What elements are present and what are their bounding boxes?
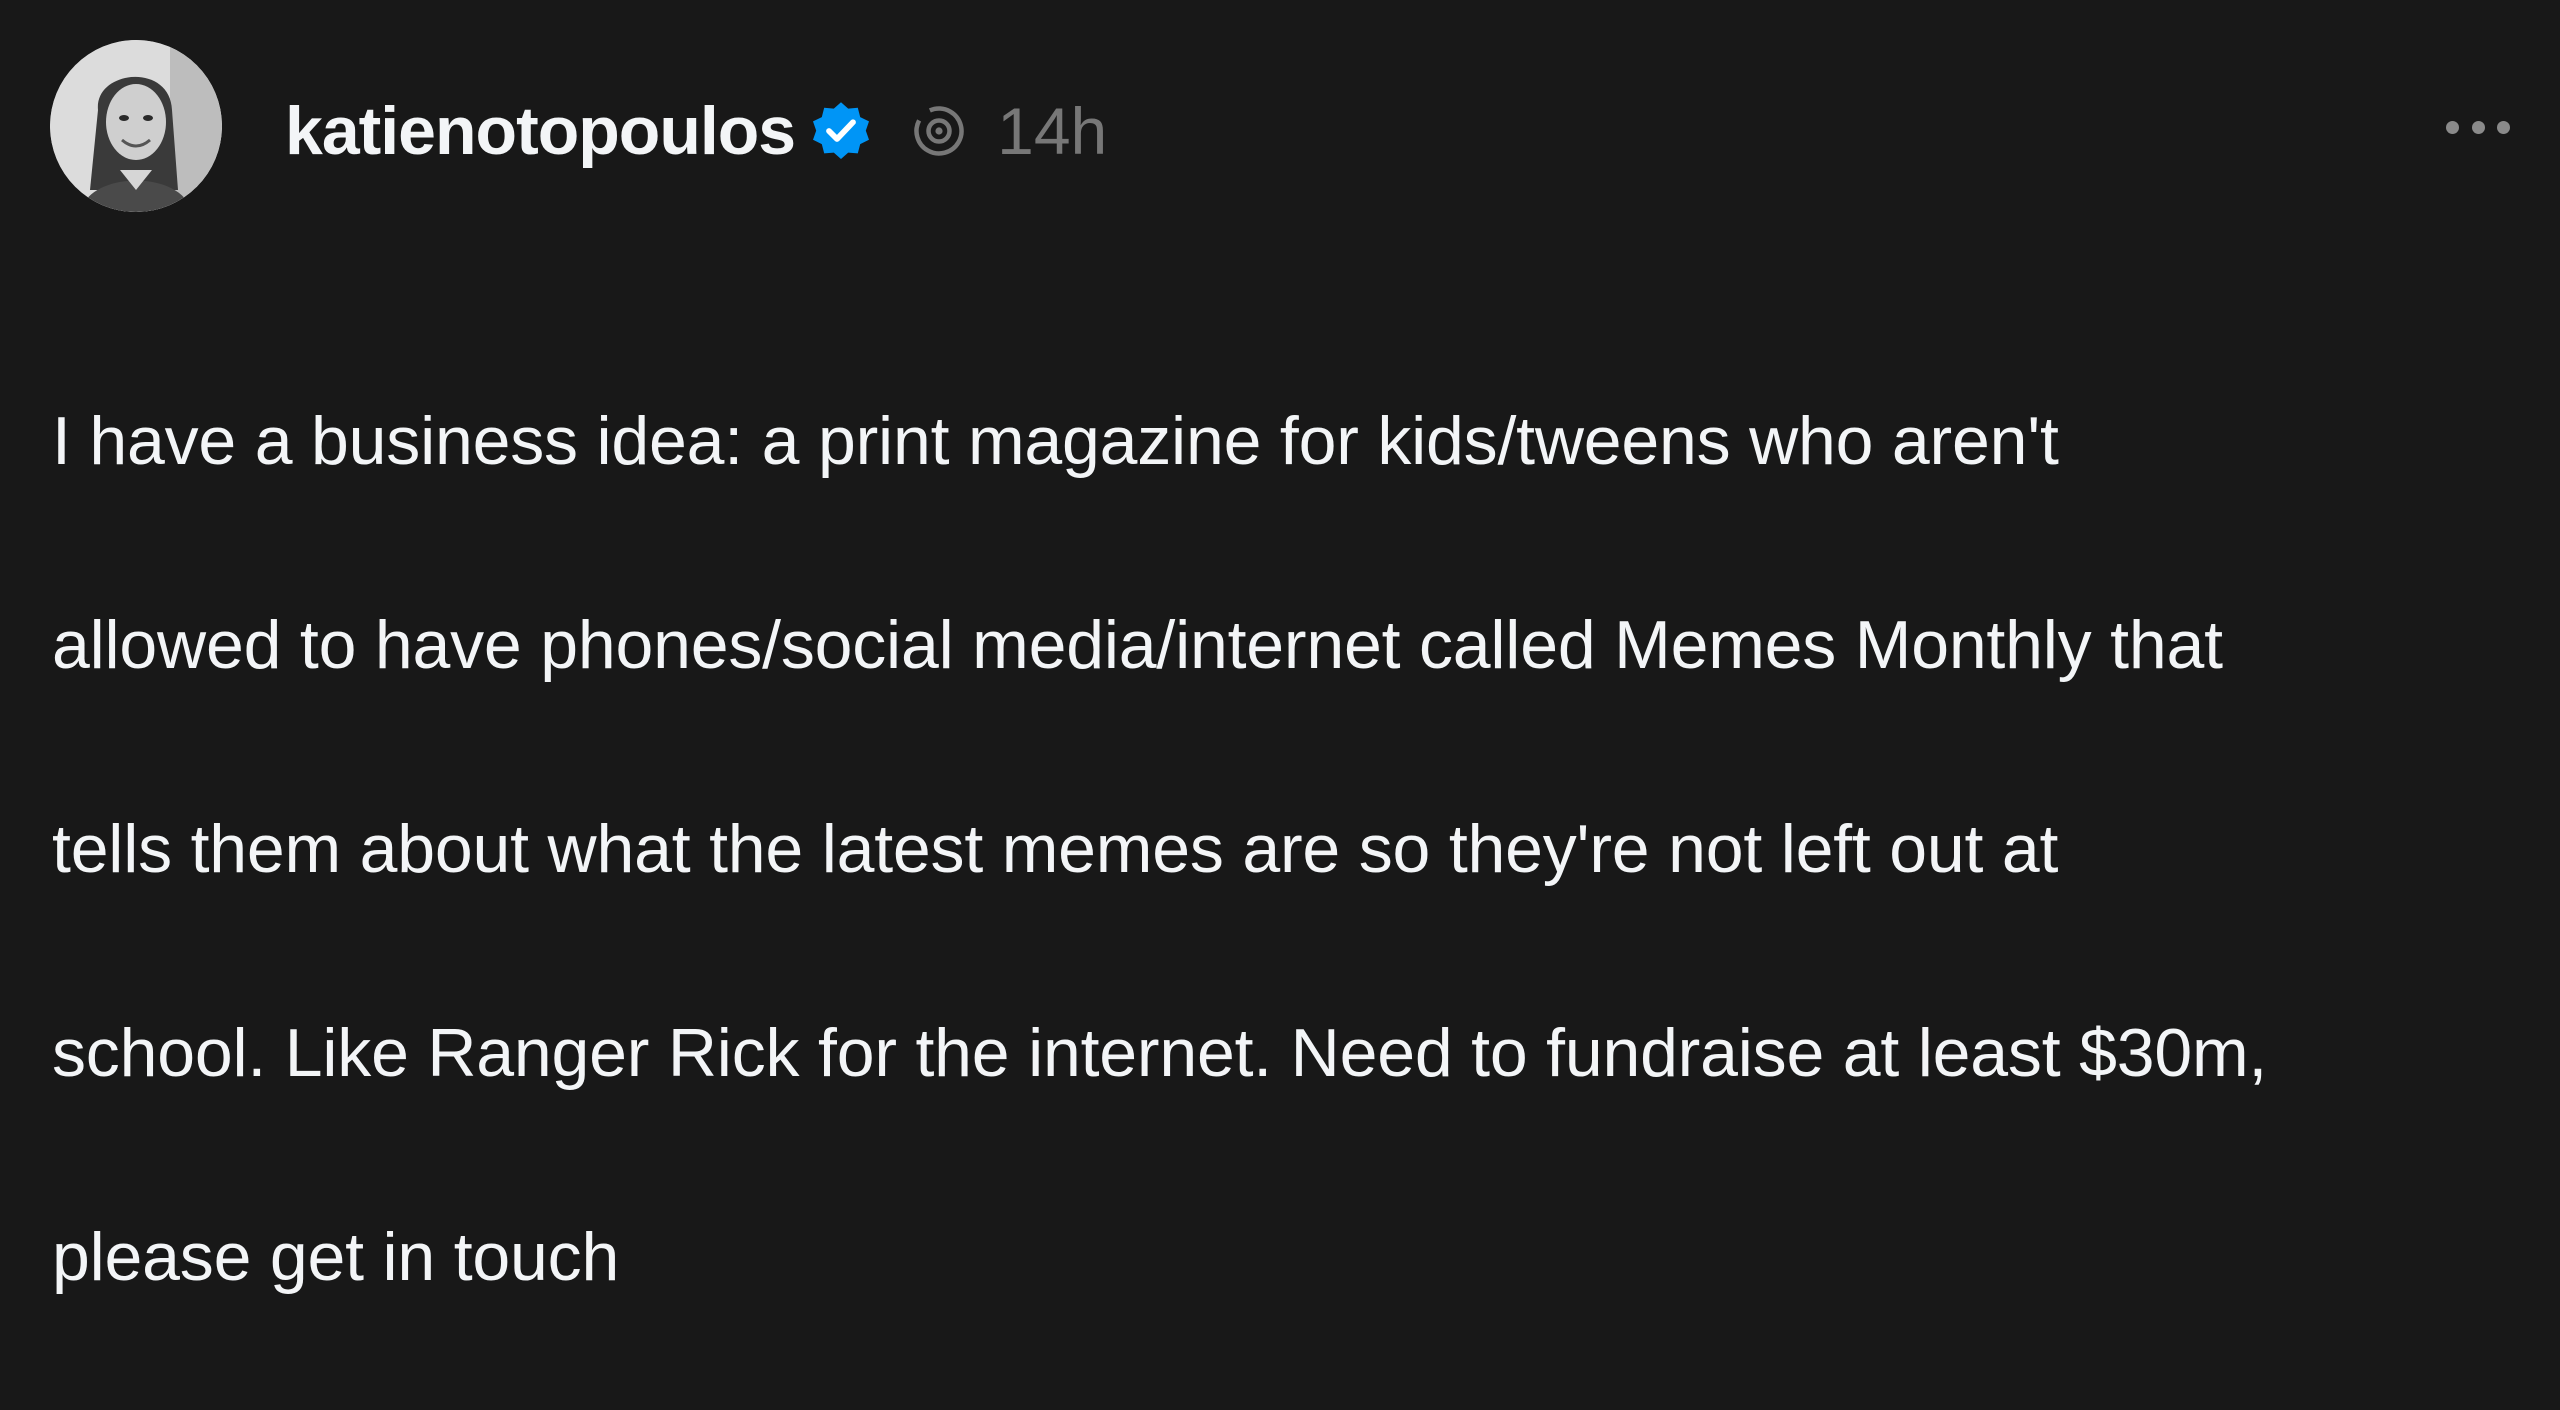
thread-post: katienotopoulos 14h I have a business id… (0, 0, 2560, 1295)
post-text-line: allowed to have phones/social media/inte… (52, 607, 2223, 683)
author-avatar[interactable] (50, 40, 222, 212)
post-text-line: school. Like Ranger Rick for the interne… (52, 1015, 2268, 1091)
dot (2471, 120, 2485, 134)
post-timestamp[interactable]: 14h (997, 93, 1107, 169)
post-text: I have a business idea: a print magazine… (52, 288, 2532, 1410)
threads-activity-icon (909, 101, 969, 161)
more-options-icon[interactable] (2446, 100, 2510, 154)
post-text-line: tells them about what the latest memes a… (52, 811, 2059, 887)
author-username[interactable]: katienotopoulos (285, 92, 796, 170)
post-text-line: please get in touch (52, 1219, 620, 1295)
post-text-line: I have a business idea: a print magazine… (52, 403, 2059, 479)
post-header: katienotopoulos 14h (285, 86, 1107, 176)
dot (2446, 120, 2459, 134)
dot (2497, 120, 2510, 134)
profile-photo-icon (50, 40, 222, 212)
verified-badge-icon (809, 99, 873, 163)
